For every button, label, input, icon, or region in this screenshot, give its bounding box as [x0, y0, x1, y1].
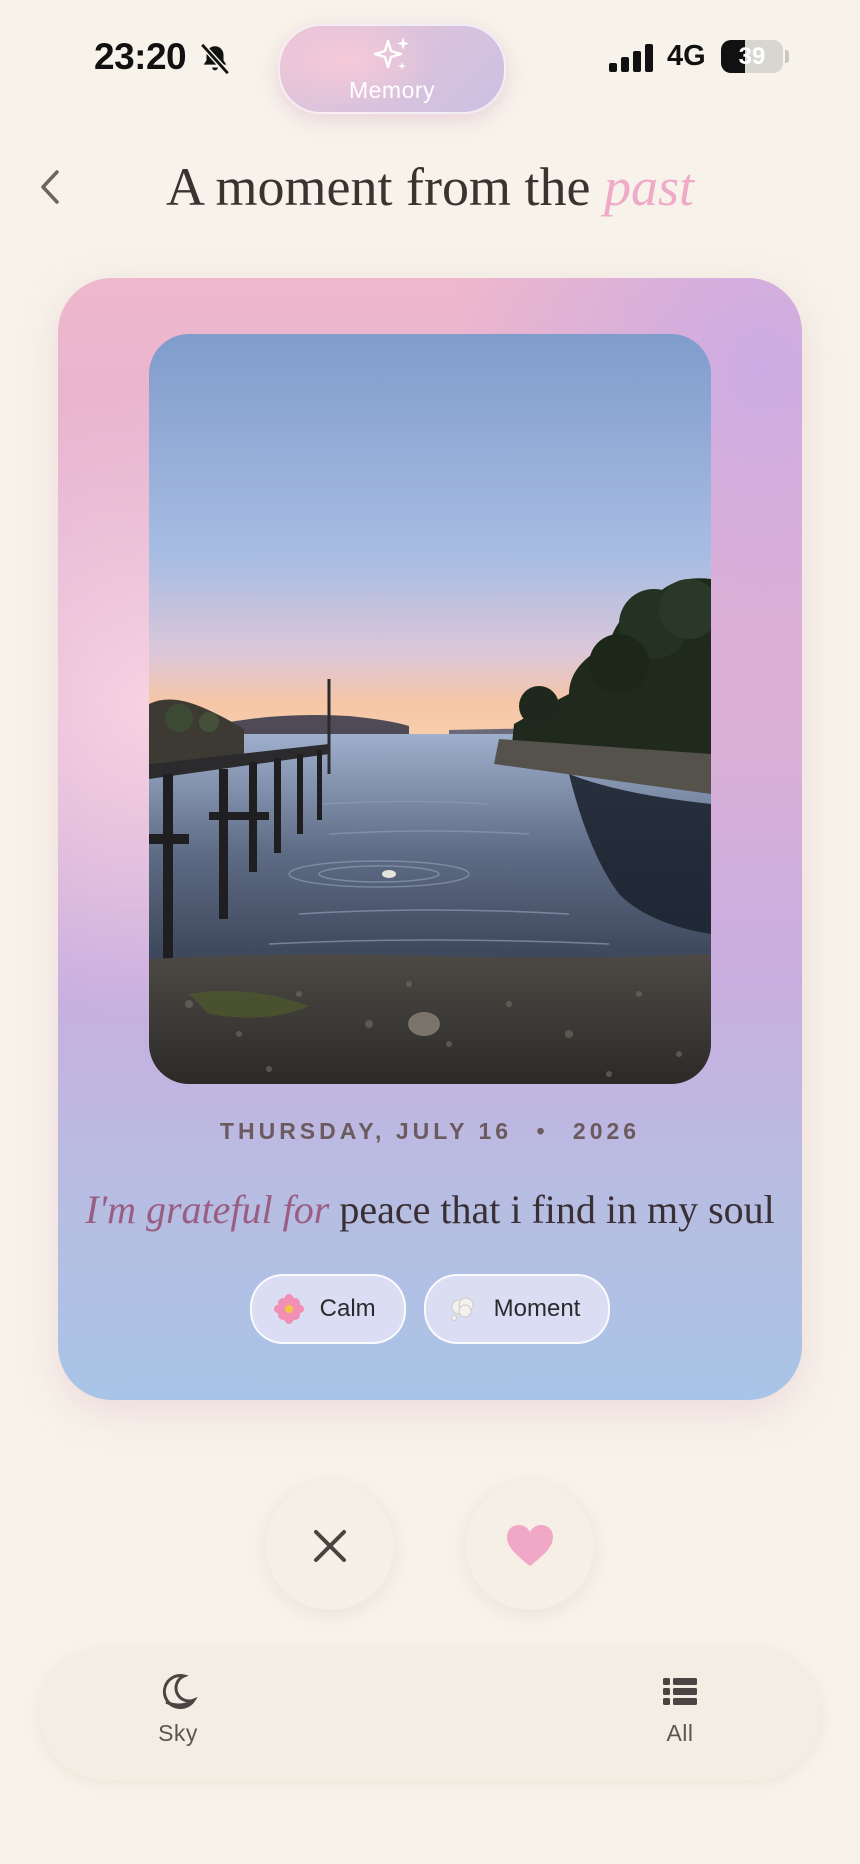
cell-signal-icon	[609, 44, 653, 72]
list-icon	[663, 1678, 697, 1705]
dismiss-button[interactable]	[266, 1482, 394, 1610]
memory-date-year: 2026	[572, 1118, 641, 1144]
bell-muted-icon	[200, 42, 230, 76]
tab-memory[interactable]: Memory	[278, 24, 506, 114]
close-icon	[314, 1530, 346, 1562]
tag-chip-moment[interactable]: Moment	[423, 1274, 611, 1344]
moon-icon	[162, 1674, 198, 1710]
memory-photo	[149, 334, 711, 1084]
tag-label: Moment	[493, 1295, 581, 1322]
flower-icon	[273, 1294, 304, 1324]
memory-prefix: I'm grateful for	[85, 1187, 330, 1232]
tab-sky[interactable]: Sky	[138, 1672, 218, 1802]
memory-text: peace that i find in my soul	[339, 1187, 775, 1232]
memory-date: THURSDAY, JULY 16 • 2026	[0, 1118, 860, 1145]
tab-all[interactable]: All	[640, 1672, 720, 1802]
tab-label: All	[666, 1720, 694, 1746]
title-accent: past	[603, 157, 694, 217]
date-separator: •	[536, 1118, 549, 1144]
thought-bubble-icon	[448, 1294, 478, 1324]
memory-date-day: THURSDAY, JULY 16	[219, 1118, 513, 1144]
tag-list: Calm Moment	[0, 1274, 860, 1344]
tag-label: Calm	[319, 1295, 376, 1322]
favorite-button[interactable]	[466, 1482, 594, 1610]
tag-chip-calm[interactable]: Calm	[249, 1274, 406, 1344]
tab-label: Memory	[348, 76, 436, 103]
network-type: 4G	[667, 40, 706, 72]
battery-level: 39	[738, 43, 766, 70]
title-main: A moment from the	[166, 157, 591, 217]
status-time: 23:20	[94, 36, 187, 77]
battery-nub	[785, 50, 789, 63]
battery-icon: 39	[721, 40, 783, 73]
page-title: A moment from the past	[0, 156, 860, 218]
tab-label: Sky	[158, 1720, 198, 1746]
memory-entry: I'm grateful for peace that i find in my…	[0, 1186, 860, 1233]
heart-icon	[507, 1525, 553, 1566]
sparkles-icon	[373, 36, 409, 70]
